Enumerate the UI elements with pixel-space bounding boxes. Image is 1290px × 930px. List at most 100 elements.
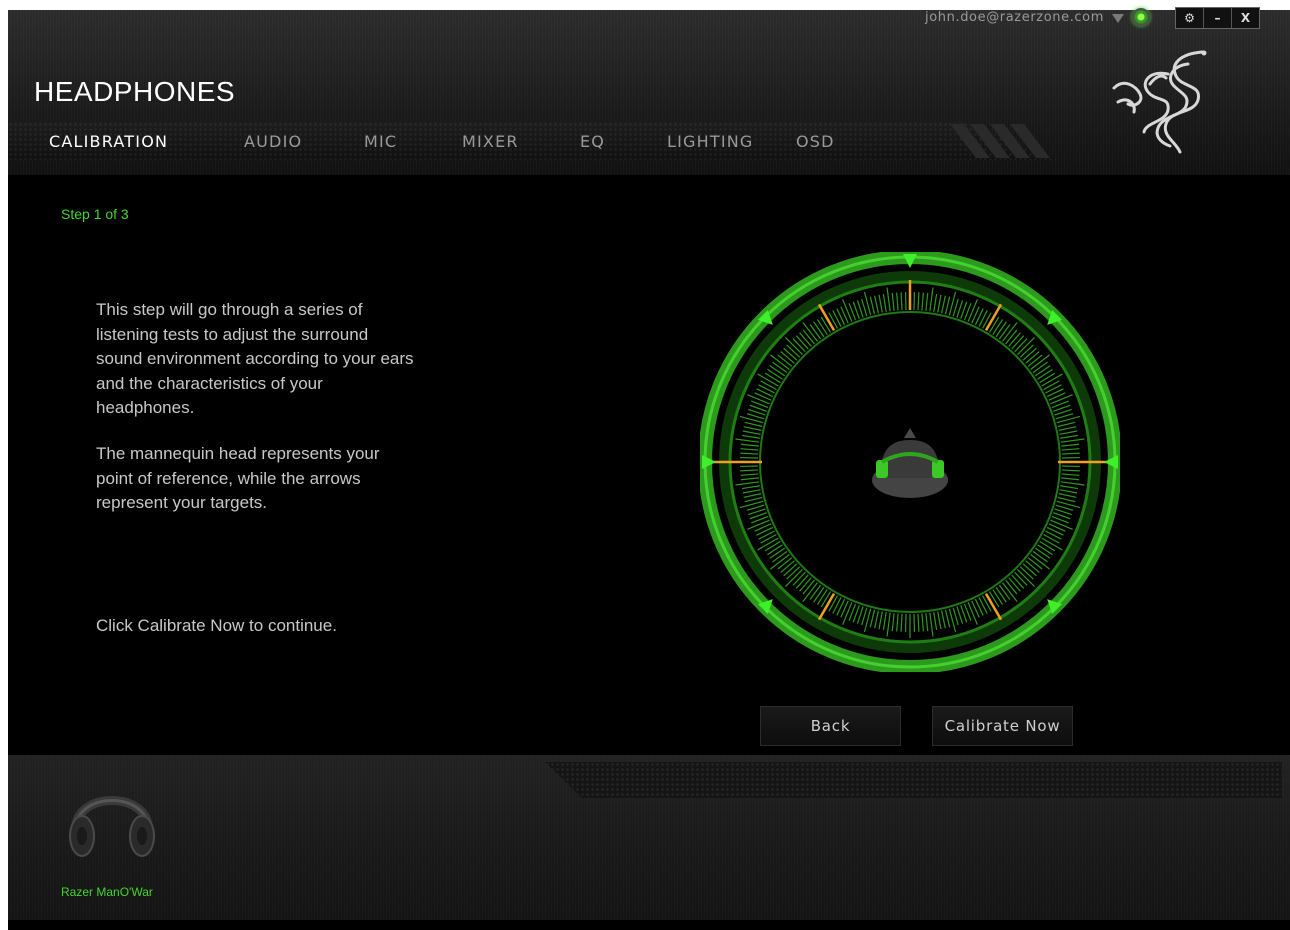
wheel-tick	[1061, 443, 1080, 447]
back-button[interactable]: Back	[760, 706, 901, 746]
wheel-tick	[742, 489, 761, 494]
wheel-tick	[820, 316, 832, 333]
close-button[interactable]: X	[1232, 8, 1259, 28]
wheel-tick	[1019, 566, 1034, 580]
wheel-tick	[891, 613, 895, 632]
wheel-tick	[992, 319, 1004, 335]
wheel-tick	[878, 294, 883, 313]
tab-lighting[interactable]: LIGHTING	[667, 132, 754, 151]
wheel-tick	[1008, 577, 1021, 592]
wheel-tick	[886, 612, 891, 637]
account-email[interactable]: john.doe@razerzone.com	[925, 10, 1104, 25]
device-name[interactable]: Razer ManO'War	[61, 885, 153, 899]
wheel-tick	[735, 481, 760, 486]
wheel-tick	[758, 384, 775, 394]
wheel-tick	[767, 368, 783, 380]
account-menu[interactable]: john.doe@razerzone.com	[925, 8, 1150, 26]
wheel-tick	[1060, 481, 1085, 486]
tab-calibration[interactable]: CALIBRATION	[49, 132, 168, 151]
wheel-tick	[809, 584, 822, 600]
wheel-tick	[772, 550, 788, 563]
wheel-tick	[1014, 571, 1028, 586]
wheel-tick	[780, 351, 795, 364]
calibrate-now-button[interactable]: Calibrate Now	[932, 706, 1073, 746]
razer-logo-icon	[1112, 50, 1207, 154]
wheel-tick	[777, 354, 793, 367]
wheel-tick	[1008, 332, 1021, 347]
wheel-tick	[921, 292, 924, 311]
wheel-tick	[1039, 372, 1056, 384]
wheel-tick	[882, 612, 887, 631]
wheel-tick	[874, 610, 879, 629]
wheel-tick	[1061, 473, 1080, 476]
tab-osd[interactable]: OSD	[796, 132, 835, 151]
tab-eq[interactable]: EQ	[580, 132, 605, 151]
wheel-tick	[777, 557, 793, 570]
wheel-tick	[1061, 477, 1080, 481]
tab-mic[interactable]: MIC	[364, 132, 397, 151]
wheel-tick	[917, 613, 920, 632]
wheel-tick	[760, 380, 777, 390]
wheel-tick	[842, 299, 853, 322]
wheel-tick	[747, 394, 770, 405]
mannequin-head-icon	[872, 428, 948, 498]
wheel-tick	[967, 299, 978, 322]
wheel-tick	[740, 448, 759, 451]
wheel-tick	[802, 579, 815, 595]
calibration-wheel	[700, 252, 1120, 672]
wheel-tick	[1037, 368, 1053, 380]
wheel-tick	[937, 611, 942, 630]
wheel-tick	[896, 292, 899, 311]
wheel-tick	[735, 438, 760, 443]
wheel-tick	[820, 591, 832, 608]
tab-audio[interactable]: AUDIO	[244, 132, 302, 151]
headphones-device-icon[interactable]	[62, 770, 162, 870]
wheel-tick	[842, 602, 853, 625]
settings-gear-icon[interactable]: ⚙	[1176, 8, 1204, 28]
wheel-tick	[995, 321, 1007, 338]
wheel-tick	[998, 324, 1011, 340]
wheel-tick	[1057, 496, 1076, 503]
wheel-tick	[1055, 413, 1074, 420]
wheel-tick	[933, 612, 938, 631]
wheel-tick	[742, 430, 761, 435]
minimize-button[interactable]: –	[1204, 8, 1232, 28]
wheel-tick	[1032, 361, 1048, 374]
wheel-tick	[1060, 434, 1079, 439]
wheel-tick	[1043, 534, 1060, 544]
wheel-tick	[941, 610, 946, 629]
step-indicator: Step 1 of 3	[61, 206, 129, 222]
wheel-tick	[740, 477, 759, 481]
wheel-tick	[1005, 329, 1018, 345]
wheel-tick	[1014, 338, 1028, 353]
wheel-tick	[799, 332, 812, 347]
wheel-tick	[1022, 563, 1037, 577]
wheel-tick	[1058, 493, 1077, 498]
wheel-tick	[929, 612, 934, 637]
wheel-tick	[799, 577, 812, 592]
wheel-tick	[769, 365, 786, 377]
wheel-tick	[786, 344, 801, 358]
wheel-tick	[741, 434, 760, 439]
wheel-tick	[740, 473, 759, 476]
wheel-tick	[1025, 560, 1040, 573]
footer-pattern-band	[545, 762, 1282, 798]
tab-mixer[interactable]: MIXER	[462, 132, 519, 151]
wheel-tick	[886, 287, 891, 312]
dropdown-arrow-icon[interactable]	[1112, 13, 1124, 23]
wheel-tick	[744, 496, 763, 503]
continue-hint: Click Calibrate Now to continue.	[96, 616, 337, 635]
wheel-tick	[746, 413, 765, 420]
wheel-tick	[1059, 430, 1078, 435]
wheel-tick	[764, 372, 781, 384]
wheel-tick	[937, 294, 942, 313]
wheel-tick	[1061, 452, 1080, 455]
wheel-tick	[783, 563, 798, 577]
wheel-tick	[832, 310, 842, 327]
wheel-tick	[813, 586, 825, 603]
wheel-tick	[1050, 519, 1073, 530]
wheel-tick	[861, 607, 868, 626]
wheel-tick	[929, 287, 934, 312]
wheel-tick	[1061, 469, 1080, 472]
wheel-tick	[1058, 426, 1077, 431]
